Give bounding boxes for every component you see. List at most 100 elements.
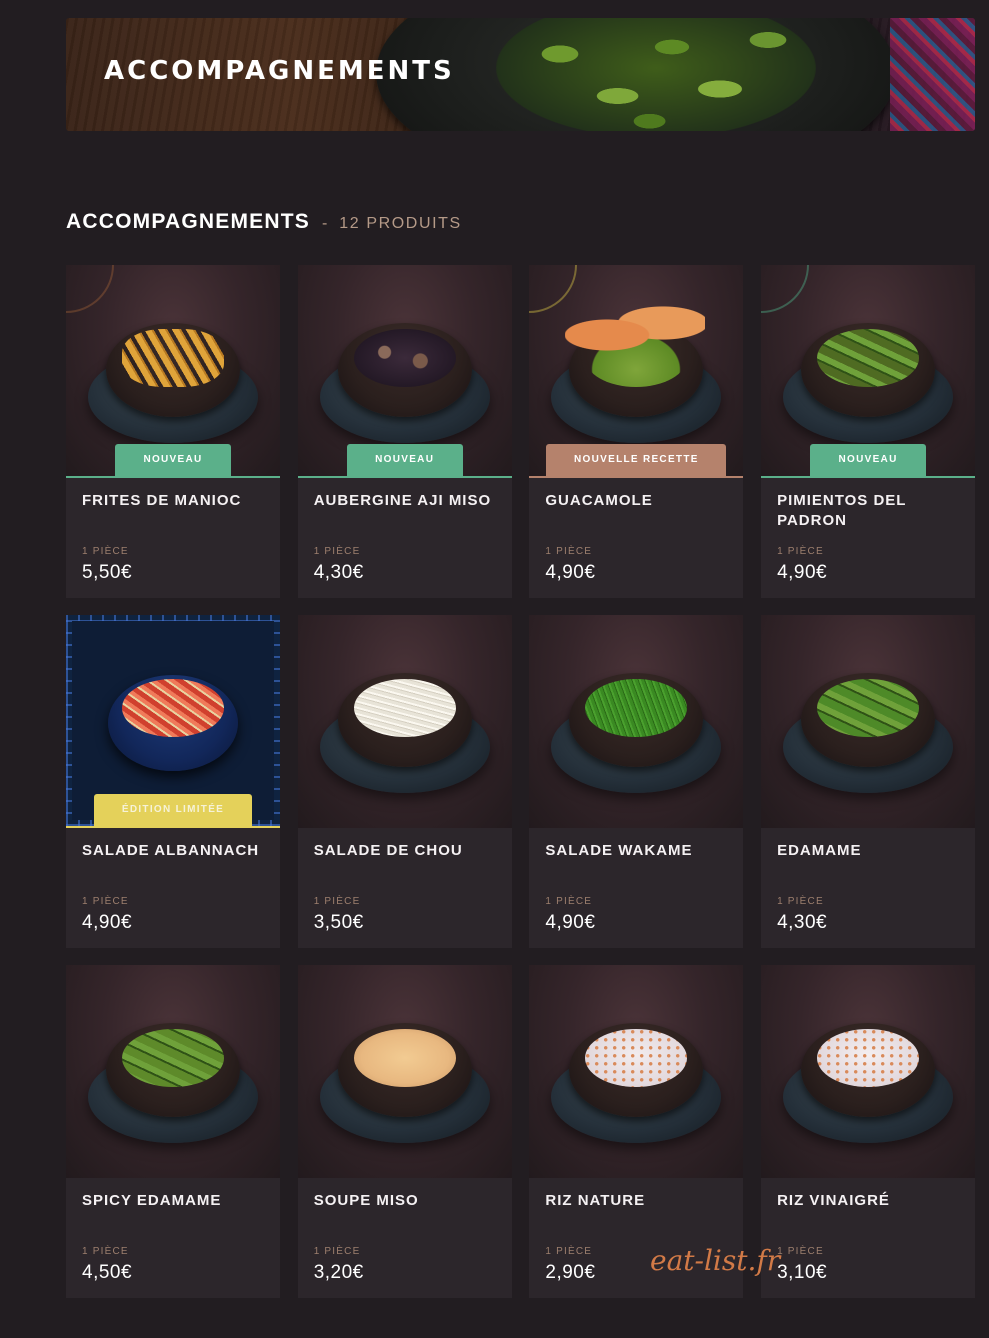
product-price: 4,90€ bbox=[777, 562, 828, 583]
soup-icon bbox=[353, 1029, 456, 1087]
product-name[interactable]: PIMIENTOS DEL PADRON bbox=[777, 491, 965, 533]
product-name[interactable]: SALADE WAKAME bbox=[545, 841, 733, 883]
product-info: AUBERGINE AJI MISO bbox=[314, 491, 502, 533]
product-image[interactable]: NOUVEAU bbox=[297, 265, 512, 478]
product-price: 3,10€ bbox=[777, 1262, 828, 1283]
product-info: RIZ VINAIGRÉ bbox=[777, 1191, 965, 1233]
section-header: ACCOMPAGNEMENTS - 12 PRODUITS bbox=[66, 210, 462, 234]
product-badge: NOUVEAU bbox=[810, 444, 927, 476]
product-name[interactable]: SALADE ALBANNACH bbox=[82, 841, 270, 883]
guacamole-icon bbox=[565, 299, 706, 387]
product-image[interactable] bbox=[761, 615, 976, 828]
product-unit: 1 PIÈCE bbox=[313, 546, 361, 557]
seaweed-icon bbox=[585, 679, 688, 737]
product-image[interactable] bbox=[297, 615, 512, 828]
product-card[interactable]: SOUPE MISO 1 PIÈCE 3,20€ bbox=[297, 965, 512, 1298]
product-price: 4,50€ bbox=[82, 1262, 133, 1283]
product-unit: 1 PIÈCE bbox=[545, 1246, 593, 1257]
product-unit: 1 PIÈCE bbox=[777, 546, 824, 557]
fries-icon bbox=[122, 329, 224, 387]
product-image[interactable] bbox=[297, 965, 512, 1178]
product-name[interactable]: RIZ VINAIGRÉ bbox=[777, 1191, 965, 1233]
product-name[interactable]: FRITES DE MANIOC bbox=[82, 491, 270, 533]
product-price: 4,90€ bbox=[545, 912, 596, 933]
product-unit: 1 PIÈCE bbox=[313, 896, 361, 907]
product-card[interactable]: NOUVEAU AUBERGINE AJI MISO 1 PIÈCE 4,30€ bbox=[297, 265, 512, 598]
product-name[interactable]: GUACAMOLE bbox=[545, 491, 733, 533]
banner-title: ACCOMPAGNEMENTS bbox=[104, 56, 455, 86]
spicy-edamame-icon bbox=[122, 1029, 224, 1087]
corner-decoration-icon bbox=[66, 265, 114, 313]
product-price: 4,90€ bbox=[545, 562, 596, 583]
peppers-icon bbox=[817, 329, 920, 387]
section-separator: - bbox=[321, 215, 328, 232]
product-card[interactable]: ÉDITION LIMITÉE SALADE ALBANNACH 1 PIÈCE 4,… bbox=[66, 615, 280, 948]
product-image[interactable] bbox=[529, 965, 744, 1178]
product-grid: NOUVEAU FRITES DE MANIOC 1 PIÈCE 5,50€ NOUVE… bbox=[66, 265, 976, 1298]
product-card[interactable]: NOUVELLE RECETTE GUACAMOLE 1 PIÈCE 4,90€ bbox=[529, 265, 744, 598]
vinegar-rice-icon bbox=[817, 1029, 920, 1087]
product-unit: 1 PIÈCE bbox=[777, 1246, 824, 1257]
product-image[interactable]: NOUVEAU bbox=[66, 265, 280, 478]
rice-icon bbox=[585, 1029, 688, 1087]
watermark: eat-list.fr bbox=[650, 1244, 781, 1277]
product-card[interactable]: SALADE WAKAME 1 PIÈCE 4,90€ bbox=[529, 615, 744, 948]
product-image[interactable] bbox=[761, 965, 976, 1178]
corner-decoration-icon bbox=[761, 265, 810, 313]
product-info: SOUPE MISO bbox=[314, 1191, 502, 1233]
product-image[interactable]: ÉDITION LIMITÉE bbox=[66, 615, 280, 828]
product-info: SALADE ALBANNACH bbox=[82, 841, 270, 883]
product-price: 4,90€ bbox=[82, 912, 133, 933]
product-badge: NOUVEAU bbox=[346, 444, 463, 476]
cabbage-icon bbox=[353, 679, 456, 737]
product-price: 5,50€ bbox=[82, 562, 133, 583]
product-badge: NOUVELLE RECETTE bbox=[546, 444, 727, 476]
product-info: SALADE WAKAME bbox=[545, 841, 733, 883]
product-card[interactable]: NOUVEAU PIMIENTOS DEL PADRON 1 PIÈCE 4,90€ bbox=[761, 265, 976, 598]
section-title: ACCOMPAGNEMENTS bbox=[66, 210, 310, 233]
category-banner: ACCOMPAGNEMENTS bbox=[66, 18, 975, 131]
product-unit: 1 PIÈCE bbox=[777, 896, 824, 907]
product-count: 12 PRODUITS bbox=[339, 215, 462, 232]
tortilla-chips-icon bbox=[565, 299, 706, 359]
product-name[interactable]: RIZ NATURE bbox=[545, 1191, 733, 1233]
product-unit: 1 PIÈCE bbox=[313, 1246, 361, 1257]
product-name[interactable]: EDAMAME bbox=[777, 841, 965, 883]
product-unit: 1 PIÈCE bbox=[545, 896, 593, 907]
banner-textile-image bbox=[890, 18, 975, 131]
product-card[interactable]: SPICY EDAMAME 1 PIÈCE 4,50€ bbox=[66, 965, 280, 1298]
product-info: PIMIENTOS DEL PADRON bbox=[777, 491, 965, 533]
product-image[interactable]: NOUVEAU bbox=[761, 265, 976, 478]
product-name[interactable]: AUBERGINE AJI MISO bbox=[314, 491, 502, 533]
product-price: 3,20€ bbox=[313, 1262, 364, 1283]
product-image[interactable] bbox=[529, 615, 744, 828]
product-card[interactable]: NOUVEAU FRITES DE MANIOC 1 PIÈCE 5,50€ bbox=[66, 265, 280, 598]
product-badge: NOUVEAU bbox=[115, 444, 231, 476]
product-info: SALADE DE CHOU bbox=[314, 841, 502, 883]
product-name[interactable]: SPICY EDAMAME bbox=[82, 1191, 270, 1233]
product-card[interactable]: RIZ VINAIGRÉ 1 PIÈCE 3,10€ bbox=[761, 965, 976, 1298]
product-price: 4,30€ bbox=[777, 912, 828, 933]
edamame-icon bbox=[817, 679, 920, 737]
product-image[interactable] bbox=[66, 965, 280, 1178]
product-unit: 1 PIÈCE bbox=[545, 546, 593, 557]
product-card[interactable]: SALADE DE CHOU 1 PIÈCE 3,50€ bbox=[297, 615, 512, 948]
product-image[interactable]: NOUVELLE RECETTE bbox=[529, 265, 744, 478]
product-info: GUACAMOLE bbox=[545, 491, 733, 533]
product-name[interactable]: SALADE DE CHOU bbox=[314, 841, 502, 883]
product-info: EDAMAME bbox=[777, 841, 965, 883]
product-unit: 1 PIÈCE bbox=[82, 896, 129, 907]
product-badge: ÉDITION LIMITÉE bbox=[94, 794, 252, 826]
product-unit: 1 PIÈCE bbox=[82, 546, 129, 557]
product-price: 2,90€ bbox=[545, 1262, 596, 1283]
product-info: FRITES DE MANIOC bbox=[82, 491, 270, 533]
product-price: 4,30€ bbox=[313, 562, 364, 583]
product-info: SPICY EDAMAME bbox=[82, 1191, 270, 1233]
product-price: 3,50€ bbox=[313, 912, 364, 933]
eggplant-icon bbox=[353, 329, 456, 387]
product-card[interactable]: EDAMAME 1 PIÈCE 4,30€ bbox=[761, 615, 976, 948]
product-unit: 1 PIÈCE bbox=[82, 1246, 129, 1257]
product-name[interactable]: SOUPE MISO bbox=[314, 1191, 502, 1233]
banner-edamame-image bbox=[496, 18, 816, 131]
product-info: RIZ NATURE bbox=[545, 1191, 733, 1233]
